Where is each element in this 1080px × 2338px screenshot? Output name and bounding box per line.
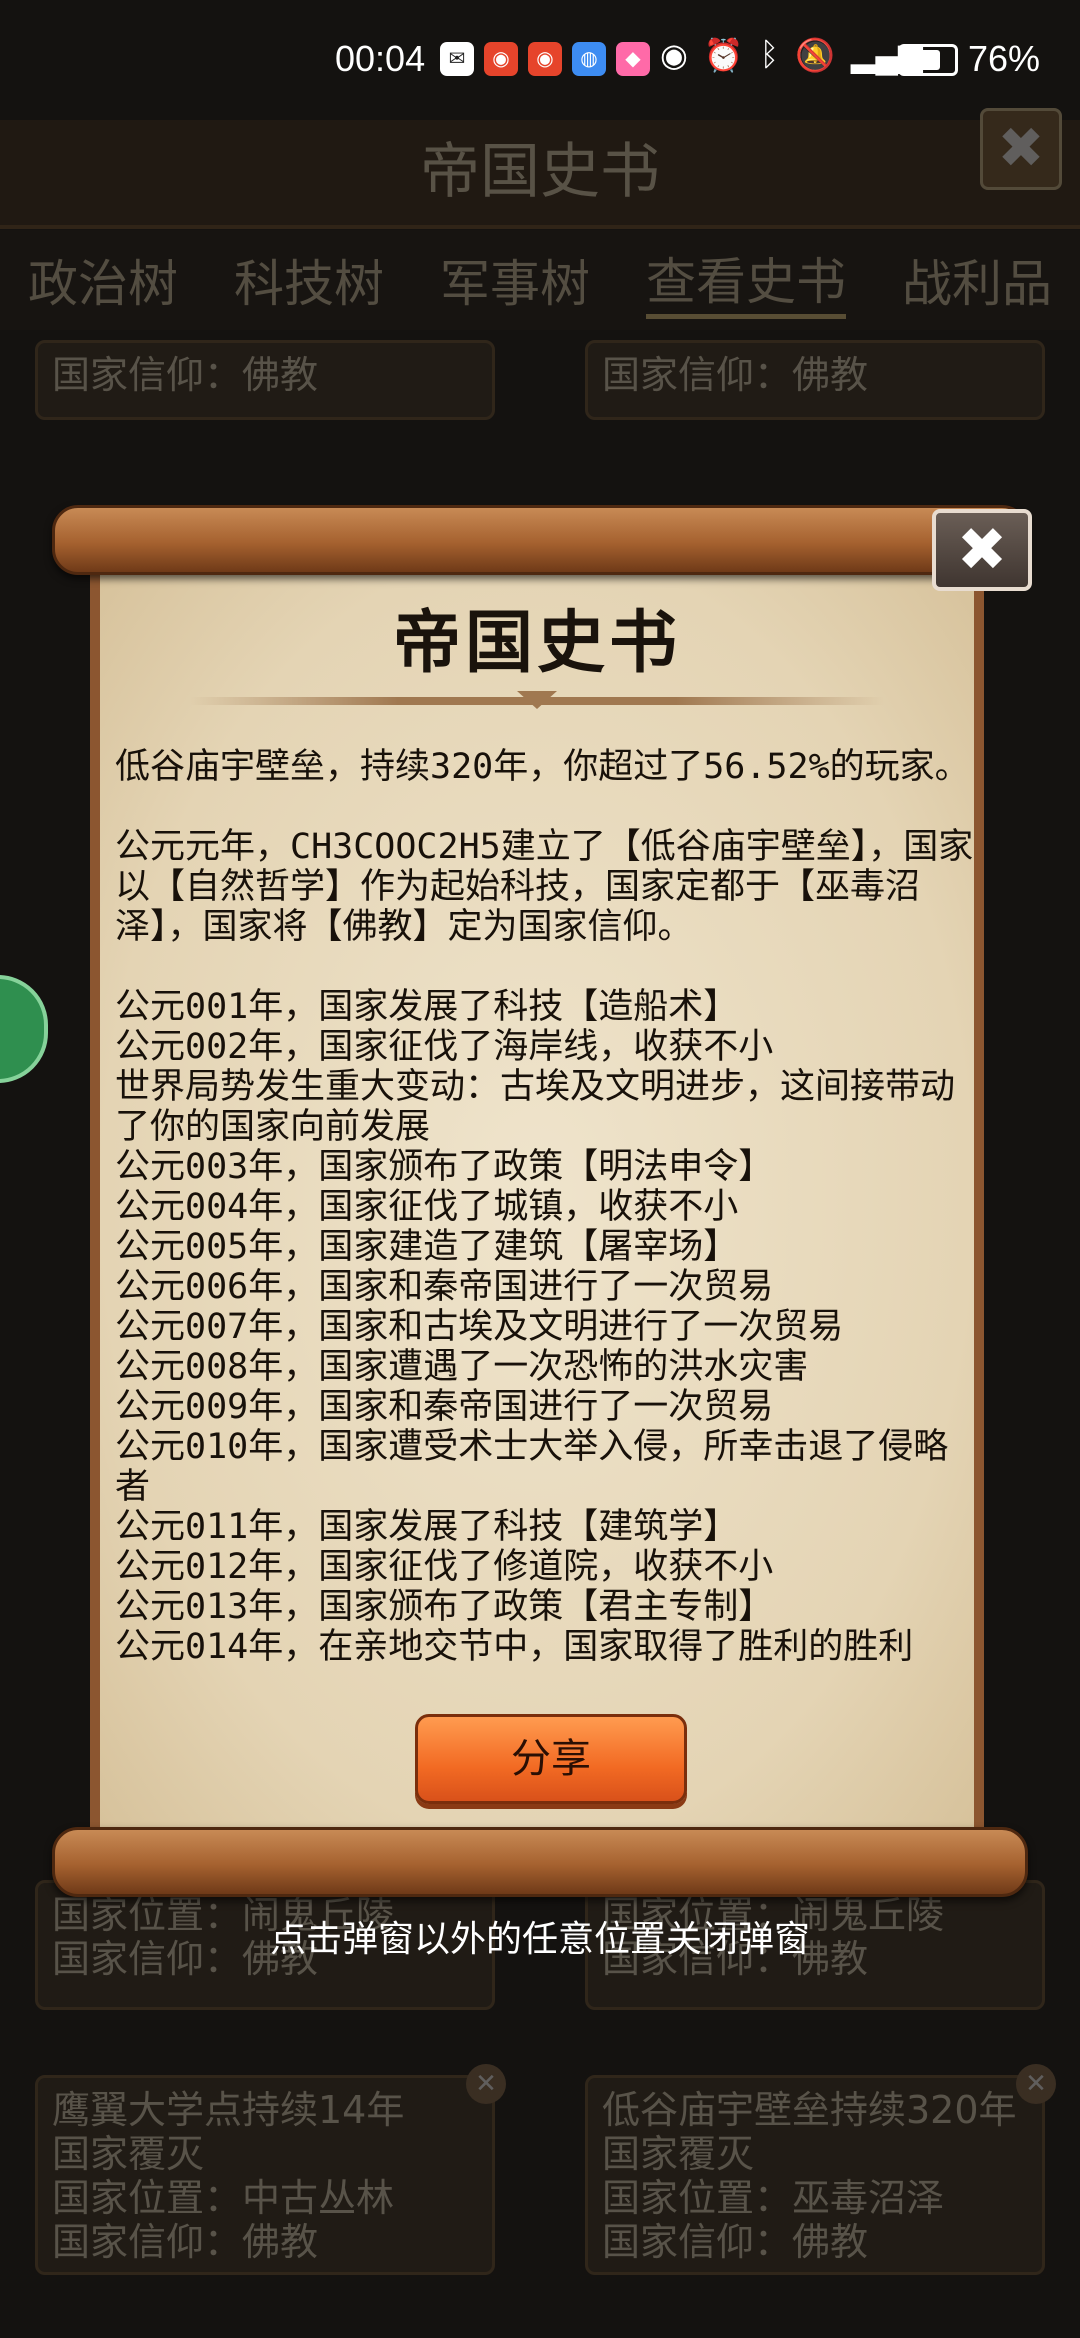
notification-icons: ✉ ◉ ◉ ◍ ◆ bbox=[440, 42, 650, 76]
history-event: 公元003年，国家颁布了政策【明法申令】 bbox=[115, 1147, 774, 1187]
history-event: 公元011年，国家发展了科技【建筑学】 bbox=[115, 1507, 739, 1547]
scroll-roll-bottom bbox=[52, 1827, 1028, 1897]
weibo-icon: ◉ bbox=[484, 42, 518, 76]
history-event: 公元004年，国家征伐了城镇，收获不小 bbox=[115, 1187, 739, 1227]
history-event: 公元008年，国家遭遇了一次恐怖的洪水灾害 bbox=[115, 1347, 809, 1387]
card-line: 国家信仰：佛教 bbox=[602, 2220, 869, 2264]
card-line: 国家信仰：佛教 bbox=[52, 353, 319, 397]
history-event: 公元014年，在亲地交节中，国家取得了胜利的胜利 bbox=[115, 1627, 914, 1667]
tab-spoils[interactable]: 战利品 bbox=[902, 244, 1052, 316]
card-line: 国家覆灭 bbox=[602, 2132, 755, 2176]
background-card[interactable]: 国家信仰：佛教 bbox=[35, 340, 495, 420]
history-event: 公元013年，国家颁布了政策【君主专制】 bbox=[115, 1587, 774, 1627]
card-line: 国家位置：巫毒沼泽 bbox=[602, 2176, 945, 2220]
share-button[interactable]: 分享 bbox=[415, 1714, 687, 1804]
weibo-icon: ◉ bbox=[528, 42, 562, 76]
app-icon: ◆ bbox=[616, 42, 650, 76]
background-card[interactable]: ✕ 低谷庙宇壁垒持续320年 国家覆灭 国家位置：巫毒沼泽 国家信仰：佛教 bbox=[585, 2064, 1056, 2275]
history-event: 公元006年，国家和秦帝国进行了一次贸易 bbox=[115, 1267, 774, 1307]
clock: 00:04 bbox=[335, 38, 426, 79]
history-event: 公元010年，国家遭受术士大举入侵，所幸击退了侵略者 bbox=[115, 1427, 949, 1507]
battery-percent: 76% bbox=[968, 38, 1041, 79]
card-line: 国家信仰：佛教 bbox=[602, 353, 869, 397]
scroll-roll-top bbox=[52, 505, 1028, 575]
background-card[interactable]: ✕ 鹰翼大学点持续14年 国家覆灭 国家位置：中古丛林 国家信仰：佛教 bbox=[35, 2064, 506, 2275]
history-event: 公元007年，国家和古埃及文明进行了一次贸易 bbox=[115, 1307, 844, 1347]
close-icon[interactable]: ✕ bbox=[466, 2064, 506, 2104]
history-event: 公元012年，国家征伐了修道院，收获不小 bbox=[115, 1547, 774, 1587]
history-event: 公元009年，国家和秦帝国进行了一次贸易 bbox=[115, 1387, 774, 1427]
history-events: 公元001年，国家发展了科技【造船术】 公元002年，国家征伐了海岸线，收获不小世… bbox=[115, 987, 975, 1667]
tab-history[interactable]: 查看史书 bbox=[646, 242, 846, 319]
eye-icon: ◉ bbox=[660, 37, 688, 73]
background-close-button[interactable]: ✖ bbox=[980, 108, 1062, 190]
card-line: 国家信仰：佛教 bbox=[52, 2220, 319, 2264]
card-line: 国家覆灭 bbox=[52, 2132, 205, 2176]
bluetooth-icon: ᛒ bbox=[759, 36, 779, 72]
scroll-paper: 帝国史书 低谷庙宇壁垒，持续320年，你超过了56.52%的玩家。 公元元年，C… bbox=[90, 547, 984, 1847]
alarm-icon: ⏰ bbox=[703, 37, 744, 73]
system-icons: ◉ ⏰ ᛒ 🔕 ▂▄▆ bbox=[660, 36, 923, 74]
background-card[interactable]: 国家信仰：佛教 bbox=[585, 340, 1045, 420]
close-button[interactable]: ✖ bbox=[932, 509, 1032, 591]
close-hint: 点击弹窗以外的任意位置关闭弹窗 bbox=[269, 1919, 810, 1960]
history-event: 公元005年，国家建造了建筑【屠宰场】 bbox=[115, 1227, 739, 1267]
title-divider bbox=[190, 691, 884, 709]
mute-icon: 🔕 bbox=[794, 37, 835, 73]
browser-icon: ◍ bbox=[572, 42, 606, 76]
history-text[interactable]: 低谷庙宇壁垒，持续320年，你超过了56.52%的玩家。 公元元年，CH3COO… bbox=[115, 747, 975, 1692]
history-event: 公元002年，国家征伐了海岸线，收获不小 bbox=[115, 1027, 774, 1067]
background-tabs: 政治树 科技树 军事树 查看史书 战利品 bbox=[0, 230, 1080, 330]
tab-technology[interactable]: 科技树 bbox=[234, 244, 384, 316]
history-event: 世界局势发生重大变动：古埃及文明进步，这间接带动了你的国家向前发展 bbox=[115, 1067, 956, 1147]
card-line: 鹰翼大学点持续14年 bbox=[52, 2088, 405, 2132]
background-title: 帝国史书 bbox=[0, 120, 1080, 229]
card-line: 国家位置：中古丛林 bbox=[52, 2176, 395, 2220]
history-summary: 低谷庙宇壁垒，持续320年，你超过了56.52%的玩家。 bbox=[115, 747, 970, 787]
tab-politics[interactable]: 政治树 bbox=[28, 244, 178, 316]
message-icon: ✉ bbox=[440, 42, 474, 76]
history-founding: 公元元年，CH3COOC2H5建立了【低谷庙宇壁垒】，国家以【自然哲学】作为起始… bbox=[115, 827, 974, 947]
history-modal: 帝国史书 低谷庙宇壁垒，持续320年，你超过了56.52%的玩家。 公元元年，C… bbox=[52, 505, 1032, 1897]
modal-title: 帝国史书 bbox=[392, 604, 681, 683]
history-event: 公元001年，国家发展了科技【造船术】 bbox=[115, 987, 739, 1027]
battery-icon bbox=[898, 44, 958, 76]
tab-military[interactable]: 军事树 bbox=[440, 244, 590, 316]
card-line: 低谷庙宇壁垒持续320年 bbox=[602, 2088, 1017, 2132]
close-icon[interactable]: ✕ bbox=[1016, 2064, 1056, 2104]
